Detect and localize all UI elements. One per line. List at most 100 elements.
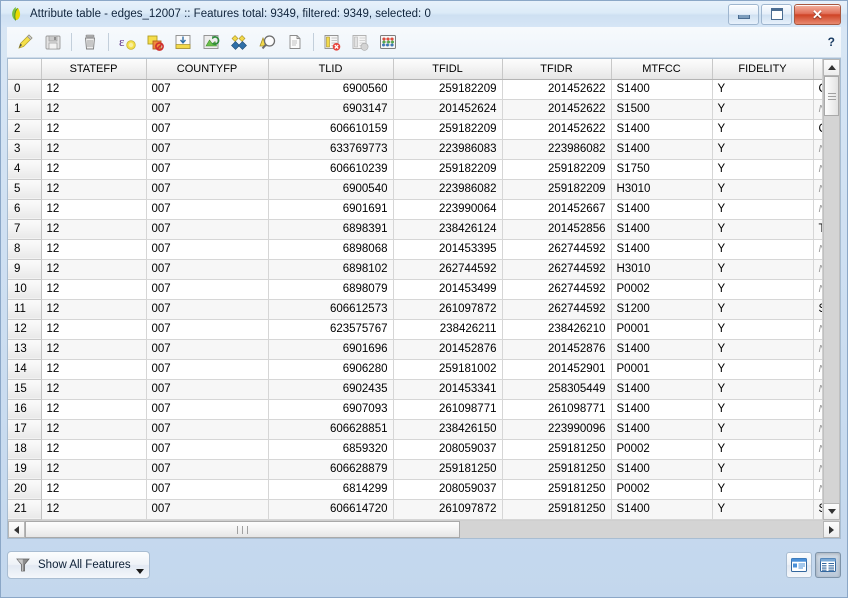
- new-column-icon[interactable]: [318, 28, 346, 56]
- cell-statefp[interactable]: 12: [41, 199, 146, 219]
- cell-tfidr[interactable]: 262744592: [502, 239, 611, 259]
- cell-mtfcc[interactable]: S1400: [611, 239, 712, 259]
- cell-statefp[interactable]: 12: [41, 139, 146, 159]
- row-number[interactable]: 14: [8, 359, 41, 379]
- cell-fullname[interactable]: NULL: [813, 179, 822, 199]
- cell-tlid[interactable]: 6814299: [268, 479, 393, 499]
- cell-mtfcc[interactable]: S1400: [611, 339, 712, 359]
- table-row[interactable]: 16120076907093261098771261098771S1400YNU…: [8, 399, 822, 419]
- cell-fullname[interactable]: NULL: [813, 139, 822, 159]
- cell-tfidr[interactable]: 201452901: [502, 359, 611, 379]
- cell-countyfp[interactable]: 007: [146, 299, 268, 319]
- row-number[interactable]: 17: [8, 419, 41, 439]
- pan-map-to-selected-icon[interactable]: [253, 28, 281, 56]
- cell-fidelity[interactable]: Y: [712, 299, 813, 319]
- cell-statefp[interactable]: 12: [41, 439, 146, 459]
- cell-fullname[interactable]: NULL: [813, 479, 822, 499]
- table-row[interactable]: 0120076900560259182209201452622S1400YC R…: [8, 79, 822, 99]
- column-header-tlid[interactable]: TLID: [268, 59, 393, 79]
- cell-tfidr[interactable]: 259181250: [502, 479, 611, 499]
- table-row[interactable]: 212007606610159259182209201452622S1400YC…: [8, 119, 822, 139]
- cell-fullname[interactable]: NULL: [813, 239, 822, 259]
- cell-fidelity[interactable]: Y: [712, 359, 813, 379]
- cell-tfidr[interactable]: 259181250: [502, 499, 611, 519]
- cell-statefp[interactable]: 12: [41, 119, 146, 139]
- copy-selected-icon[interactable]: [281, 28, 309, 56]
- cell-mtfcc[interactable]: H3010: [611, 179, 712, 199]
- cell-statefp[interactable]: 12: [41, 379, 146, 399]
- column-header-countyfp[interactable]: COUNTYFP: [146, 59, 268, 79]
- cell-mtfcc[interactable]: P0002: [611, 479, 712, 499]
- row-number[interactable]: 10: [8, 279, 41, 299]
- cell-tfidl[interactable]: 238426124: [393, 219, 502, 239]
- table-row[interactable]: 2112007606614720261097872259181250S1400Y…: [8, 499, 822, 519]
- cell-countyfp[interactable]: 007: [146, 379, 268, 399]
- cell-tlid[interactable]: 606614720: [268, 499, 393, 519]
- cell-countyfp[interactable]: 007: [146, 339, 268, 359]
- scroll-right-button[interactable]: [823, 521, 840, 538]
- delete-column-icon[interactable]: [346, 28, 374, 56]
- table-row[interactable]: 20120076814299208059037259181250P0002YNU…: [8, 479, 822, 499]
- scroll-up-button[interactable]: [823, 59, 840, 76]
- cell-fidelity[interactable]: Y: [712, 79, 813, 99]
- cell-fidelity[interactable]: Y: [712, 219, 813, 239]
- cell-mtfcc[interactable]: S1400: [611, 459, 712, 479]
- cell-mtfcc[interactable]: P0002: [611, 279, 712, 299]
- row-number[interactable]: 7: [8, 219, 41, 239]
- table-row[interactable]: 13120076901696201452876201452876S1400YNU…: [8, 339, 822, 359]
- cell-tlid[interactable]: 6901696: [268, 339, 393, 359]
- cell-fidelity[interactable]: Y: [712, 199, 813, 219]
- cell-fidelity[interactable]: Y: [712, 439, 813, 459]
- cell-statefp[interactable]: 12: [41, 279, 146, 299]
- cell-fidelity[interactable]: Y: [712, 399, 813, 419]
- cell-fullname[interactable]: C R 231: [813, 119, 822, 139]
- cell-fidelity[interactable]: Y: [712, 379, 813, 399]
- cell-countyfp[interactable]: 007: [146, 399, 268, 419]
- cell-statefp[interactable]: 12: [41, 159, 146, 179]
- cell-tfidr[interactable]: 259182209: [502, 159, 611, 179]
- cell-statefp[interactable]: 12: [41, 419, 146, 439]
- cell-tlid[interactable]: 606628879: [268, 459, 393, 479]
- cell-countyfp[interactable]: 007: [146, 479, 268, 499]
- table-row[interactable]: 5120076900540223986082259182209H3010YNUL…: [8, 179, 822, 199]
- cell-countyfp[interactable]: 007: [146, 359, 268, 379]
- vertical-scrollbar[interactable]: [822, 59, 840, 520]
- cell-statefp[interactable]: 12: [41, 219, 146, 239]
- cell-statefp[interactable]: 12: [41, 99, 146, 119]
- cell-fidelity[interactable]: Y: [712, 119, 813, 139]
- cell-tfidr[interactable]: 223986082: [502, 139, 611, 159]
- cell-countyfp[interactable]: 007: [146, 279, 268, 299]
- cell-countyfp[interactable]: 007: [146, 119, 268, 139]
- cell-countyfp[interactable]: 007: [146, 179, 268, 199]
- cell-statefp[interactable]: 12: [41, 299, 146, 319]
- cell-fidelity[interactable]: Y: [712, 139, 813, 159]
- table-row[interactable]: 15120076902435201453341258305449S1400YNU…: [8, 379, 822, 399]
- cell-tlid[interactable]: 6900540: [268, 179, 393, 199]
- cell-tlid[interactable]: 6900560: [268, 79, 393, 99]
- row-number[interactable]: 16: [8, 399, 41, 419]
- select-all-corner-header[interactable]: [8, 59, 41, 79]
- table-row[interactable]: 14120076906280259181002201452901P0001YNU…: [8, 359, 822, 379]
- cell-tlid[interactable]: 606612573: [268, 299, 393, 319]
- select-by-expression-icon[interactable]: ε: [113, 28, 141, 56]
- vertical-scroll-track[interactable]: [823, 76, 840, 503]
- deselect-all-icon[interactable]: [197, 28, 225, 56]
- table-row[interactable]: 7120076898391238426124201452856S1400YTow…: [8, 219, 822, 239]
- minimize-button[interactable]: [728, 4, 759, 25]
- cell-tfidr[interactable]: 259181250: [502, 459, 611, 479]
- toggle-editing-icon[interactable]: [11, 28, 39, 56]
- cell-tfidl[interactable]: 223990064: [393, 199, 502, 219]
- cell-statefp[interactable]: 12: [41, 479, 146, 499]
- row-number[interactable]: 1: [8, 99, 41, 119]
- horizontal-scrollbar[interactable]: [8, 520, 840, 538]
- scroll-left-button[interactable]: [8, 521, 25, 538]
- cell-tlid[interactable]: 623575767: [268, 319, 393, 339]
- cell-tfidr[interactable]: 259181250: [502, 439, 611, 459]
- cell-fullname[interactable]: State Hwy 237: [813, 499, 822, 519]
- cell-mtfcc[interactable]: S1400: [611, 139, 712, 159]
- attribute-grid-viewport[interactable]: STATEFPCOUNTYFPTLIDTFIDLTFIDRMTFCCFIDELI…: [8, 59, 822, 520]
- cell-fullname[interactable]: NULL: [813, 419, 822, 439]
- cell-statefp[interactable]: 12: [41, 339, 146, 359]
- table-row[interactable]: 8120076898068201453395262744592S1400YNUL…: [8, 239, 822, 259]
- cell-mtfcc[interactable]: S1400: [611, 79, 712, 99]
